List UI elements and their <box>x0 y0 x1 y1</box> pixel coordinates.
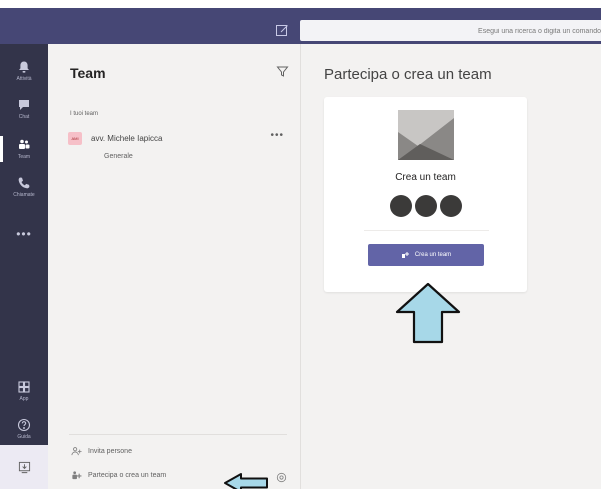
rail-item-activity[interactable]: Attività <box>0 52 48 90</box>
team-placeholder-image <box>398 110 454 160</box>
rail-label: Guida <box>17 434 31 440</box>
teams-icon <box>19 139 30 149</box>
rail-label: Chat <box>18 114 30 120</box>
join-label: Partecipa o crea un team <box>88 472 167 479</box>
bell-icon <box>19 61 29 73</box>
team-name: avv. Michele Iapicca <box>91 133 163 143</box>
section-label: I tuoi team <box>70 111 99 117</box>
avatar <box>439 195 462 217</box>
join-team-icon <box>72 471 82 480</box>
rail-label: Team <box>17 154 31 160</box>
rail-item-help[interactable]: Guida <box>0 410 48 448</box>
search-box[interactable] <box>300 20 601 42</box>
invite-people-link[interactable]: Invita persone <box>71 446 132 457</box>
invite-label: Invita persone <box>88 448 132 455</box>
join-or-create-team-link[interactable]: Partecipa o crea un team <box>71 470 166 481</box>
chat-icon <box>19 100 29 110</box>
page-title: Partecipa o crea un team <box>324 66 492 83</box>
create-team-button[interactable]: Crea un team <box>368 244 484 266</box>
settings-icon[interactable] <box>276 470 287 483</box>
rail-label: Chiamate <box>13 192 35 198</box>
create-team-card: Crea un team Crea un team <box>324 97 527 292</box>
top-strip <box>0 0 601 8</box>
create-team-label: Crea un team <box>414 252 452 258</box>
rail-label: Attività <box>16 76 32 82</box>
panel-divider <box>69 434 287 435</box>
avatar <box>414 195 437 217</box>
member-avatars <box>324 195 527 217</box>
help-icon <box>17 418 31 432</box>
rail-label: App <box>19 396 29 402</box>
team-item[interactable]: AMI avv. Michele Iapicca ••• <box>68 128 292 148</box>
app-rail: Attività Chat Team Chiamate ••• App Guid… <box>0 44 48 489</box>
panel-title: Team <box>70 65 106 81</box>
compose-icon[interactable] <box>275 23 289 37</box>
avatar <box>389 195 412 217</box>
download-icon <box>18 461 30 473</box>
annotation-arrow-up-icon <box>395 282 461 344</box>
filter-icon[interactable] <box>276 65 289 78</box>
rail-item-calls[interactable]: Chiamate <box>0 168 48 206</box>
channel-item-general[interactable]: Generale <box>104 153 133 160</box>
team-avatar: AMI <box>68 131 82 145</box>
main-content: Partecipa o crea un team Crea un team Cr… <box>301 44 601 489</box>
annotation-arrow-left-icon <box>224 473 268 489</box>
add-person-icon <box>71 447 82 456</box>
create-team-icon <box>401 252 409 258</box>
rail-item-apps[interactable]: App <box>0 372 48 410</box>
search-input[interactable] <box>300 21 601 42</box>
more-options-icon[interactable]: ••• <box>270 130 284 141</box>
card-divider <box>364 230 489 231</box>
download-app-button[interactable] <box>0 445 48 489</box>
apps-icon <box>18 381 30 393</box>
rail-item-chat[interactable]: Chat <box>0 90 48 128</box>
rail-item-teams[interactable]: Team <box>0 130 48 168</box>
teams-panel: Team I tuoi team AMI avv. Michele Iapicc… <box>48 44 301 489</box>
card-title: Crea un team <box>395 172 456 183</box>
more-apps-icon[interactable]: ••• <box>0 227 48 241</box>
phone-icon <box>18 177 30 189</box>
